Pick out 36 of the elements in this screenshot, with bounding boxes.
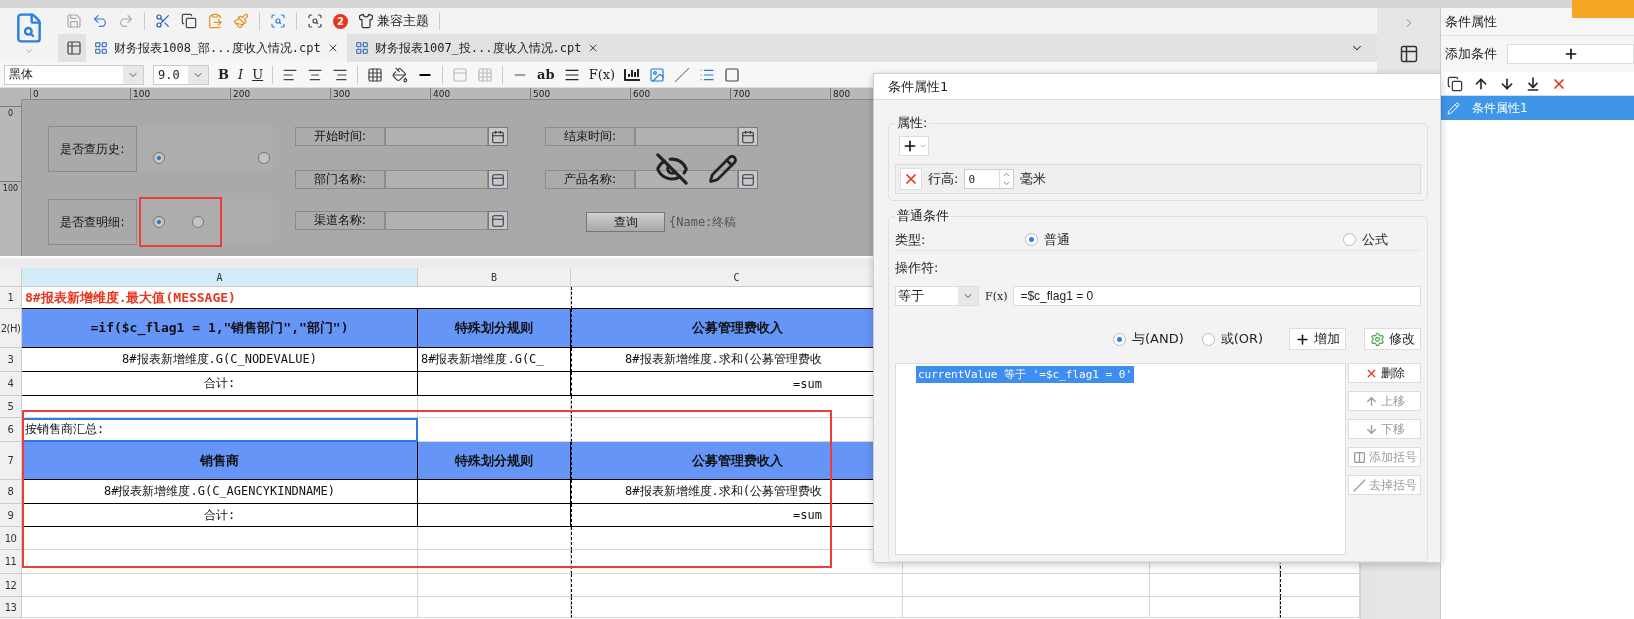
- table-cell: 按销售商汇总:: [22, 418, 418, 442]
- name-tag: {Name:终稿: [669, 214, 737, 231]
- type-label: 类型:: [895, 230, 927, 249]
- dialog-title: 条件属性1: [874, 74, 1440, 100]
- group-legend: 普通条件: [895, 207, 951, 225]
- ruler-label: 100: [2, 184, 19, 195]
- table-cell: 8#报表新增维度.最大值(MESSAGE): [22, 287, 571, 309]
- form-label: 渠道名称:: [295, 211, 385, 230]
- ruler-label: 600: [630, 88, 730, 99]
- form-label: 是否查明细:: [48, 199, 137, 245]
- table-cell: =if($c_flag1 = 1,"销售部门","部门"): [22, 309, 418, 348]
- form-label: 结束时间:: [545, 127, 635, 146]
- table-cell: 合计:: [22, 372, 418, 396]
- ruler-label: 100: [130, 88, 230, 99]
- ruler-label: 200: [230, 88, 330, 99]
- ruler-label: 300: [330, 88, 430, 99]
- group-legend: 属性:: [895, 114, 930, 132]
- table-cell: 特殊划分规则: [418, 442, 571, 480]
- form-label: 开始时间:: [295, 127, 385, 146]
- table-cell: 销售商: [22, 442, 418, 480]
- table-cell: 8#报表新增维度.G(C_NODEVALUE): [22, 348, 418, 372]
- form-label: 产品名称:: [545, 170, 635, 189]
- table-cell: 合计:: [22, 504, 418, 527]
- table-cell: 8#报表新增维度.G(C_: [418, 348, 571, 372]
- add-condition-label: 添加条件: [1445, 45, 1497, 63]
- table-cell: 特殊划分规则: [418, 309, 571, 348]
- ruler-label: 0: [7, 109, 14, 120]
- table-cell: 8#报表新增维度.G(C_AGENCYKINDNAME): [22, 480, 418, 504]
- form-label: 是否查历史:: [48, 126, 137, 172]
- ruler-label: 0: [30, 88, 130, 99]
- ruler-label: 500: [530, 88, 630, 99]
- row-height-label: 行高:: [928, 170, 959, 188]
- ruler-label: 400: [430, 88, 530, 99]
- ruler-label: 700: [730, 88, 830, 99]
- unit-label: 毫米: [1020, 170, 1047, 188]
- form-label: 部门名称:: [295, 170, 385, 189]
